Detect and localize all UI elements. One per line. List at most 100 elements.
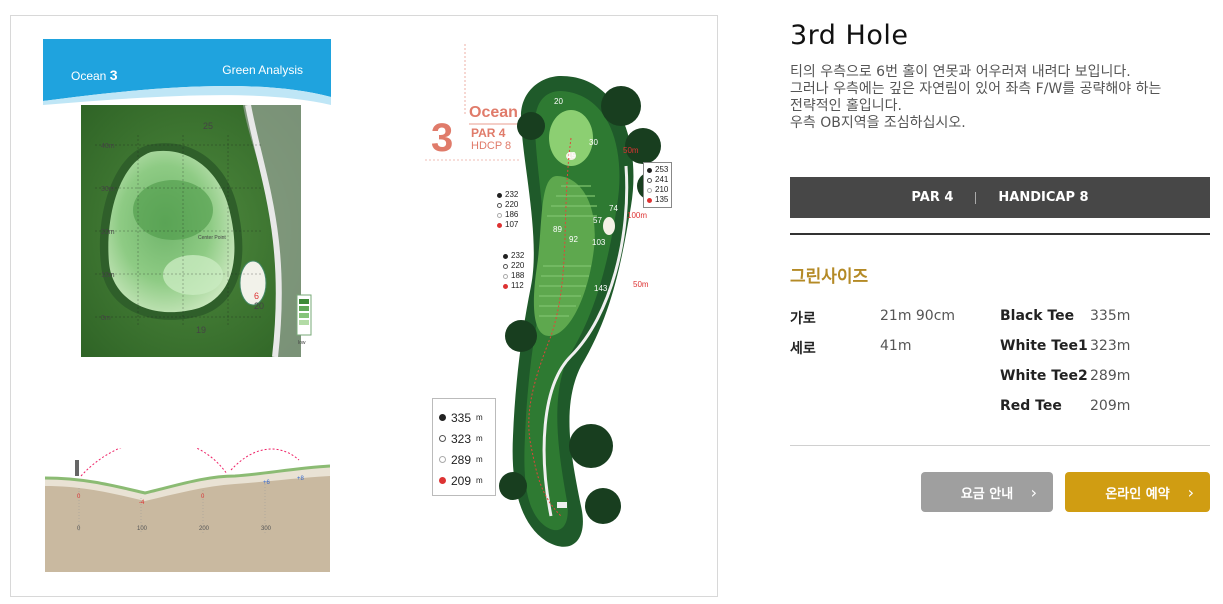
tee-label: White Tee1 [1000, 338, 1088, 354]
online-booking-button-label: 온라인 예약 [1105, 486, 1170, 502]
hole-description: 티의 우측으로 6번 홀이 연못과 어우러져 내려다 보입니다. 그러나 우측에… [790, 64, 1210, 132]
map-mark-57: 57 [593, 216, 602, 225]
legend-row-black: 335 m [439, 407, 489, 428]
map-mark-143: 143 [594, 284, 608, 293]
distance-value: 232 [511, 251, 525, 260]
par-handicap-bar: PAR 4 HANDICAP 8 [790, 177, 1210, 218]
green-center-label: Center Point [198, 235, 226, 241]
legend-unit: m [476, 434, 483, 443]
green-length-label: 세로 [790, 338, 816, 358]
green-point-20: 20 [254, 301, 265, 311]
tee-value: 209m [1090, 398, 1131, 414]
distance-value: 186 [505, 210, 519, 219]
description-line: 그러나 우측에는 깊은 자연림이 있어 좌측 F/W를 공략해야 하는 [790, 81, 1162, 97]
tee-label: Black Tee [1000, 308, 1075, 324]
spec-divider [790, 445, 1210, 446]
description-line: 전략적인 홀입니다. [790, 98, 902, 114]
green-point-6: 6 [254, 291, 260, 301]
chevron-right-icon: › [1030, 483, 1037, 502]
tee-value: 335m [1090, 308, 1131, 324]
par-value: PAR 4 [911, 190, 954, 205]
spec-label: 가로 [790, 311, 816, 327]
profile-axis-200: 200 [199, 526, 210, 532]
profile-axis-300: 300 [261, 526, 272, 532]
green-analysis-card: Ocean 3 Green Analysis 40m 30m 20m 10m 0… [43, 39, 331, 357]
tee-value: 289m [1090, 368, 1131, 384]
course-image-panel: Ocean 3 Green Analysis 40m 30m 20m 10m 0… [10, 15, 718, 597]
map-mark-30: 30 [589, 138, 598, 147]
map-mark-19: 19 [567, 151, 576, 160]
tee-label-red: Red Tee [1000, 398, 1062, 414]
grid-label-10: 10m [101, 272, 115, 279]
description-line: 티의 우측으로 6번 홀이 연못과 어우러져 내려다 보입니다. [790, 64, 1131, 80]
red-tee-dot [503, 283, 508, 289]
map-mark-89: 89 [553, 225, 562, 234]
online-booking-button[interactable]: 온라인 예약 › [1065, 472, 1210, 512]
green-width-value: 21m 90cm [880, 308, 955, 324]
red-tee-dot [647, 197, 652, 203]
elevation-profile: 0 -4 0 +6 +8 0 100 200 300 [45, 448, 330, 572]
tee-value-white2: 289m [1090, 368, 1130, 384]
green-contour-map [81, 105, 312, 357]
fee-info-button[interactable]: 요금 안내 › [921, 472, 1053, 512]
tee-label: White Tee2 [1000, 368, 1088, 384]
white-tee-dot [439, 435, 446, 442]
legend-value: 323 [451, 431, 472, 446]
tee-distance-legend: 335 m 323 m 289 m 209 m [432, 398, 496, 496]
grid-label-0: 0m [101, 315, 111, 322]
profile-label-plus6: +6 [263, 480, 271, 486]
distance-box-upper-left: 232 220 186 107 [494, 188, 522, 232]
distance-value: 210 [655, 185, 669, 194]
map-mark-50a: 50m [623, 146, 639, 155]
tee-label-white2: White Tee2 [1000, 368, 1088, 384]
distance-value: 112 [511, 281, 524, 290]
white-tee2-dot [497, 212, 502, 218]
legend-row-white2: 289 m [439, 449, 489, 470]
black-tee-dot [503, 253, 508, 259]
grid-label-20: 20m [101, 229, 115, 236]
tee-label-white1: White Tee1 [1000, 338, 1088, 354]
white-tee-dot [497, 202, 502, 208]
distance-value: 107 [505, 220, 519, 229]
hole-info-panel: 3rd Hole 티의 우측으로 6번 홀이 연못과 어우러져 내려다 보입니다… [790, 20, 1210, 132]
spec-value: 21m 90cm [880, 308, 956, 324]
white-tee2-dot [647, 187, 652, 193]
map-mark-103: 103 [592, 238, 606, 247]
tee-label: Red Tee [1000, 398, 1062, 414]
tee-value-black: 335m [1090, 308, 1130, 324]
legend-value: 289 [451, 452, 472, 467]
green-legend-low: low [298, 340, 306, 346]
green-analysis-hole-number: 3 [109, 67, 118, 83]
distance-value: 232 [505, 190, 519, 199]
white-tee-dot [503, 263, 508, 269]
distance-value: 241 [655, 175, 669, 184]
green-size-title: 그린사이즈 [790, 267, 869, 287]
profile-axis-100: 100 [137, 526, 148, 532]
tee-value: 323m [1090, 338, 1131, 354]
red-tee-dot [497, 222, 502, 228]
black-tee-dot [439, 414, 446, 421]
fee-info-button-label: 요금 안내 [960, 486, 1014, 502]
legend-value: 209 [451, 473, 472, 488]
green-analysis-hole-label: Ocean [71, 69, 107, 83]
white-tee-dot [647, 177, 652, 183]
tee-value-red: 209m [1090, 398, 1130, 414]
map-mark-74: 74 [609, 204, 618, 213]
green-analysis-hole: Ocean 3 [71, 67, 118, 83]
chevron-right-icon: › [1187, 483, 1194, 502]
map-mark-50b: 50m [633, 280, 649, 289]
grid-label-30: 30m [101, 186, 115, 193]
legend-unit: m [476, 413, 483, 422]
green-analysis-title: Green Analysis [222, 63, 303, 77]
legend-row-red: 209 m [439, 470, 489, 491]
legend-value: 335 [451, 410, 472, 425]
distance-value: 220 [505, 200, 519, 209]
green-length-value: 41m [880, 338, 911, 354]
distance-value: 253 [655, 165, 669, 174]
map-mark-92: 92 [569, 235, 578, 244]
distance-value: 188 [511, 271, 525, 280]
distance-value: 135 [655, 195, 669, 204]
profile-label-minus4: -4 [139, 500, 145, 506]
green-point-19: 19 [196, 325, 207, 335]
divider [975, 191, 977, 204]
